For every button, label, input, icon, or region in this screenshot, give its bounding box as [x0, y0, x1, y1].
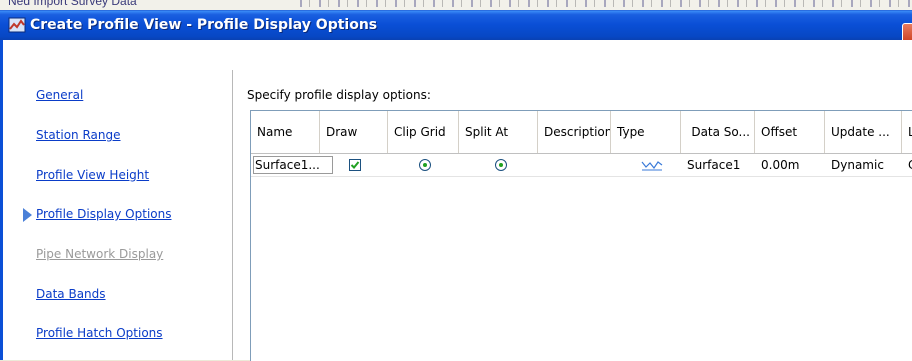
split-at-radio[interactable] — [495, 159, 507, 171]
cell-layer[interactable]: C-I — [902, 154, 912, 176]
background-toolbar-text: Ned Import Survey Data — [8, 0, 137, 8]
dialog-title-bar[interactable]: Create Profile View - Profile Display Op… — [0, 10, 912, 45]
background-toolbar-icons — [300, 0, 912, 7]
table-header: Name Draw Clip Grid Split At Description… — [251, 111, 912, 154]
column-header-data-source[interactable]: Data So... — [681, 111, 755, 153]
dialog-title: Create Profile View - Profile Display Op… — [30, 17, 378, 33]
nav-item-pipe-network-display: Pipe Network Display — [36, 247, 164, 261]
column-header-split-at[interactable]: Split At — [459, 111, 538, 153]
profile-display-table: Name Draw Clip Grid Split At Description… — [250, 110, 912, 361]
clip-grid-radio[interactable] — [419, 159, 431, 171]
nav-item-profile-display-options[interactable]: Profile Display Options — [36, 207, 171, 227]
sidebar-divider — [232, 70, 233, 360]
table-row[interactable]: Surface1... Surface1 0.00m Dynamic C-I — [251, 154, 912, 177]
nav-item-profile-view-height[interactable]: Profile View Height — [36, 168, 149, 188]
dialog-body: General Station Range Profile View Heigh… — [0, 40, 912, 361]
column-header-clip-grid[interactable]: Clip Grid — [388, 111, 459, 153]
column-header-draw[interactable]: Draw — [320, 111, 388, 153]
cell-description[interactable] — [538, 154, 611, 176]
column-header-name[interactable]: Name — [251, 111, 320, 153]
cell-update-mode[interactable]: Dynamic — [825, 154, 902, 176]
column-header-offset[interactable]: Offset — [755, 111, 825, 153]
cell-data-source[interactable]: Surface1 — [681, 154, 755, 176]
nav-item-profile-hatch-options[interactable]: Profile Hatch Options — [36, 326, 163, 346]
column-header-layer[interactable]: La — [902, 111, 912, 153]
column-header-description[interactable]: Description — [538, 111, 611, 153]
nav-item-general[interactable]: General — [36, 88, 83, 108]
wizard-navigation: General Station Range Profile View Heigh… — [3, 40, 231, 360]
right-arrow-icon — [23, 208, 32, 222]
column-header-type[interactable]: Type — [611, 111, 681, 153]
cell-offset[interactable]: 0.00m — [755, 154, 825, 176]
nav-item-station-range[interactable]: Station Range — [36, 128, 121, 148]
draw-checkbox[interactable] — [349, 159, 361, 171]
instruction-label: Specify profile display options: — [247, 88, 431, 102]
cell-name[interactable]: Surface1... — [251, 154, 331, 176]
nav-item-data-bands[interactable]: Data Bands — [36, 287, 106, 307]
surface-profile-icon[interactable] — [641, 159, 663, 171]
checkmark-icon — [350, 161, 360, 169]
column-header-update-mode[interactable]: Update ... — [825, 111, 902, 153]
civil-3d-app-icon — [8, 17, 26, 33]
